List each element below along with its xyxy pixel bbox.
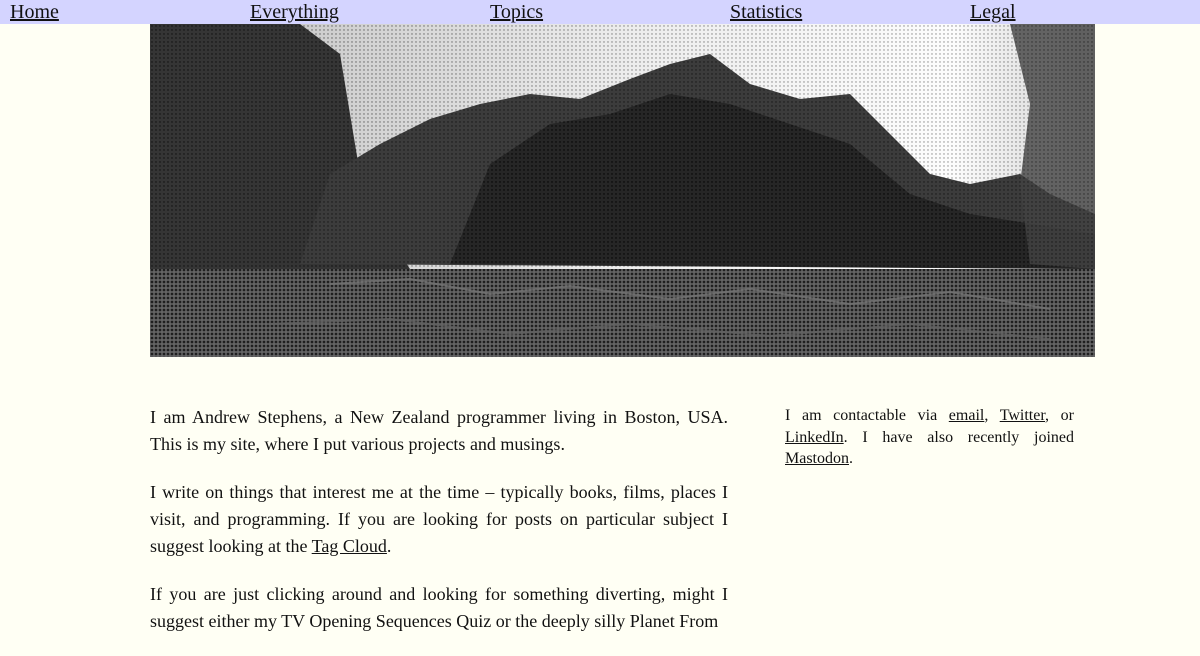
intro-text: I am Andrew Stephens, a New Zealand prog… (150, 404, 728, 656)
contact-text-5: . (849, 450, 853, 467)
nav-legal-link[interactable]: Legal (970, 0, 1016, 24)
linkedin-link[interactable]: LinkedIn (785, 429, 844, 446)
intro-paragraph-3: If you are just clicking around and look… (150, 584, 728, 631)
intro-p2-text: I write on things that interest me at th… (150, 482, 728, 556)
top-navigation: Home Everything Topics Statistics Legal (0, 0, 1200, 24)
nav-topics-link[interactable]: Topics (490, 0, 543, 24)
tag-cloud-link[interactable]: Tag Cloud (312, 536, 387, 556)
nav-statistics-link[interactable]: Statistics (730, 0, 802, 24)
twitter-link[interactable]: Twitter (1000, 407, 1045, 424)
email-link[interactable]: email (949, 407, 985, 424)
contact-text-4: . I have also recently joined (843, 428, 1074, 446)
contact-paragraph: I am contactable via email, Twitter, or … (785, 405, 1074, 470)
nav-home-link[interactable]: Home (10, 0, 59, 24)
halftone-landscape-image (150, 24, 1095, 357)
hero-image (150, 24, 1095, 357)
intro-p2-end: . (386, 536, 392, 556)
intro-paragraph-1: I am Andrew Stephens, a New Zealand prog… (150, 407, 728, 454)
contact-text-3: , or (1045, 407, 1074, 424)
contact-text-2: , (984, 407, 1000, 424)
nav-everything-link[interactable]: Everything (250, 0, 339, 24)
mastodon-link[interactable]: Mastodon (785, 450, 849, 467)
contact-sidebar: I am contactable via email, Twitter, or … (785, 405, 1074, 470)
contact-text-1: I am contactable via (785, 407, 949, 424)
intro-paragraph-2: I write on things that interest me at th… (150, 479, 728, 560)
